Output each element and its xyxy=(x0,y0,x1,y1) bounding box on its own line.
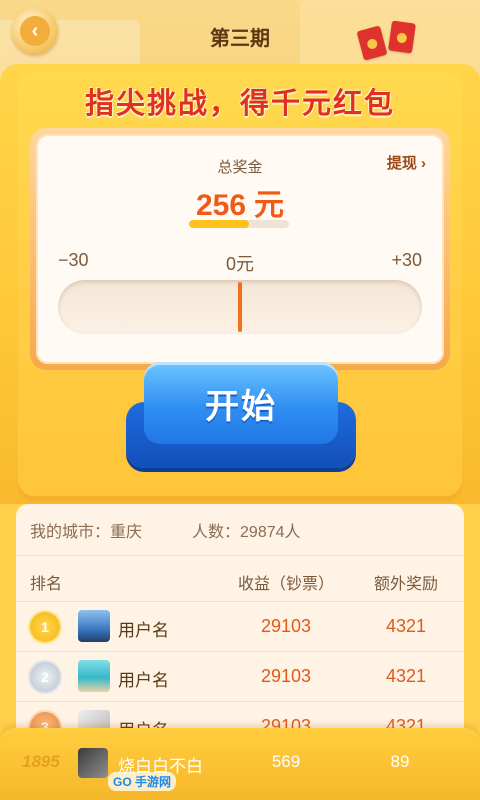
earnings-value: 29103 xyxy=(260,616,312,636)
avatar xyxy=(78,748,108,778)
earnings-value: 29103 xyxy=(260,666,312,686)
my-bonus-value: 89 xyxy=(390,752,410,771)
red-envelope-icon xyxy=(356,25,388,61)
prize-progress-fill xyxy=(189,220,249,228)
prize-screen: 总奖金 提现 › 256 元 −30 0元 +30 xyxy=(36,134,444,364)
silver-medal-icon: 2 xyxy=(30,662,60,692)
slogan-banner: 指尖挑战，得千元红包 xyxy=(84,88,395,120)
my-earnings-value: 569 xyxy=(271,752,301,771)
total-prize-amount: 256 元 xyxy=(36,180,444,224)
prize-amount-unit: 元 xyxy=(254,189,285,222)
scale-max-label: +30 xyxy=(391,250,422,270)
prize-progress-bar xyxy=(189,220,289,228)
my-ranking-row: 1895 烧白白不白 569 89 GO 手游网 xyxy=(0,728,480,800)
bonus-value: 4321 xyxy=(385,666,427,686)
city-info-row: 我的城市：重庆 人数：29874人 xyxy=(16,504,464,556)
timing-slider-marker[interactable] xyxy=(238,282,242,332)
earnings-column-header: 收益（钞票） xyxy=(237,576,334,593)
leaderboard-row[interactable]: 1 用户名 29103 4321 xyxy=(16,602,464,652)
my-city-label: 我的城市：重庆 xyxy=(30,523,143,541)
prize-amount-value: 256 xyxy=(195,189,247,222)
avatar xyxy=(78,610,110,642)
rank-column-header: 排名 xyxy=(30,576,63,593)
scale-mid-label: 0元 xyxy=(225,254,254,274)
start-button-label: 开始 xyxy=(205,387,277,426)
player-count-label: 人数：29874人 xyxy=(192,523,301,541)
red-envelope-icon xyxy=(388,20,416,54)
leaderboard-header: 排名 收益（钞票） 额外奖励 xyxy=(16,556,464,602)
bonus-column-header: 额外奖励 xyxy=(373,576,438,593)
username: 用户名 xyxy=(118,671,169,690)
red-envelope-icon xyxy=(356,20,440,62)
total-prize-label: 总奖金 xyxy=(217,159,263,176)
username: 用户名 xyxy=(118,621,169,640)
gold-medal-icon: 1 xyxy=(30,612,60,642)
withdraw-link[interactable]: 提现 › xyxy=(387,152,426,173)
prize-screen-frame: 总奖金 提现 › 256 元 −30 0元 +30 xyxy=(30,128,450,370)
my-rank-value: 1895 xyxy=(22,752,60,771)
watermark-logo: GO 手游网 xyxy=(108,772,177,791)
leaderboard-row[interactable]: 2 用户名 29103 4321 xyxy=(16,652,464,702)
timing-slider-track[interactable] xyxy=(58,280,422,334)
start-button[interactable]: 开始 xyxy=(126,362,356,470)
avatar xyxy=(78,660,110,692)
start-button-face[interactable]: 开始 xyxy=(144,362,338,444)
bonus-value: 4321 xyxy=(385,616,427,636)
